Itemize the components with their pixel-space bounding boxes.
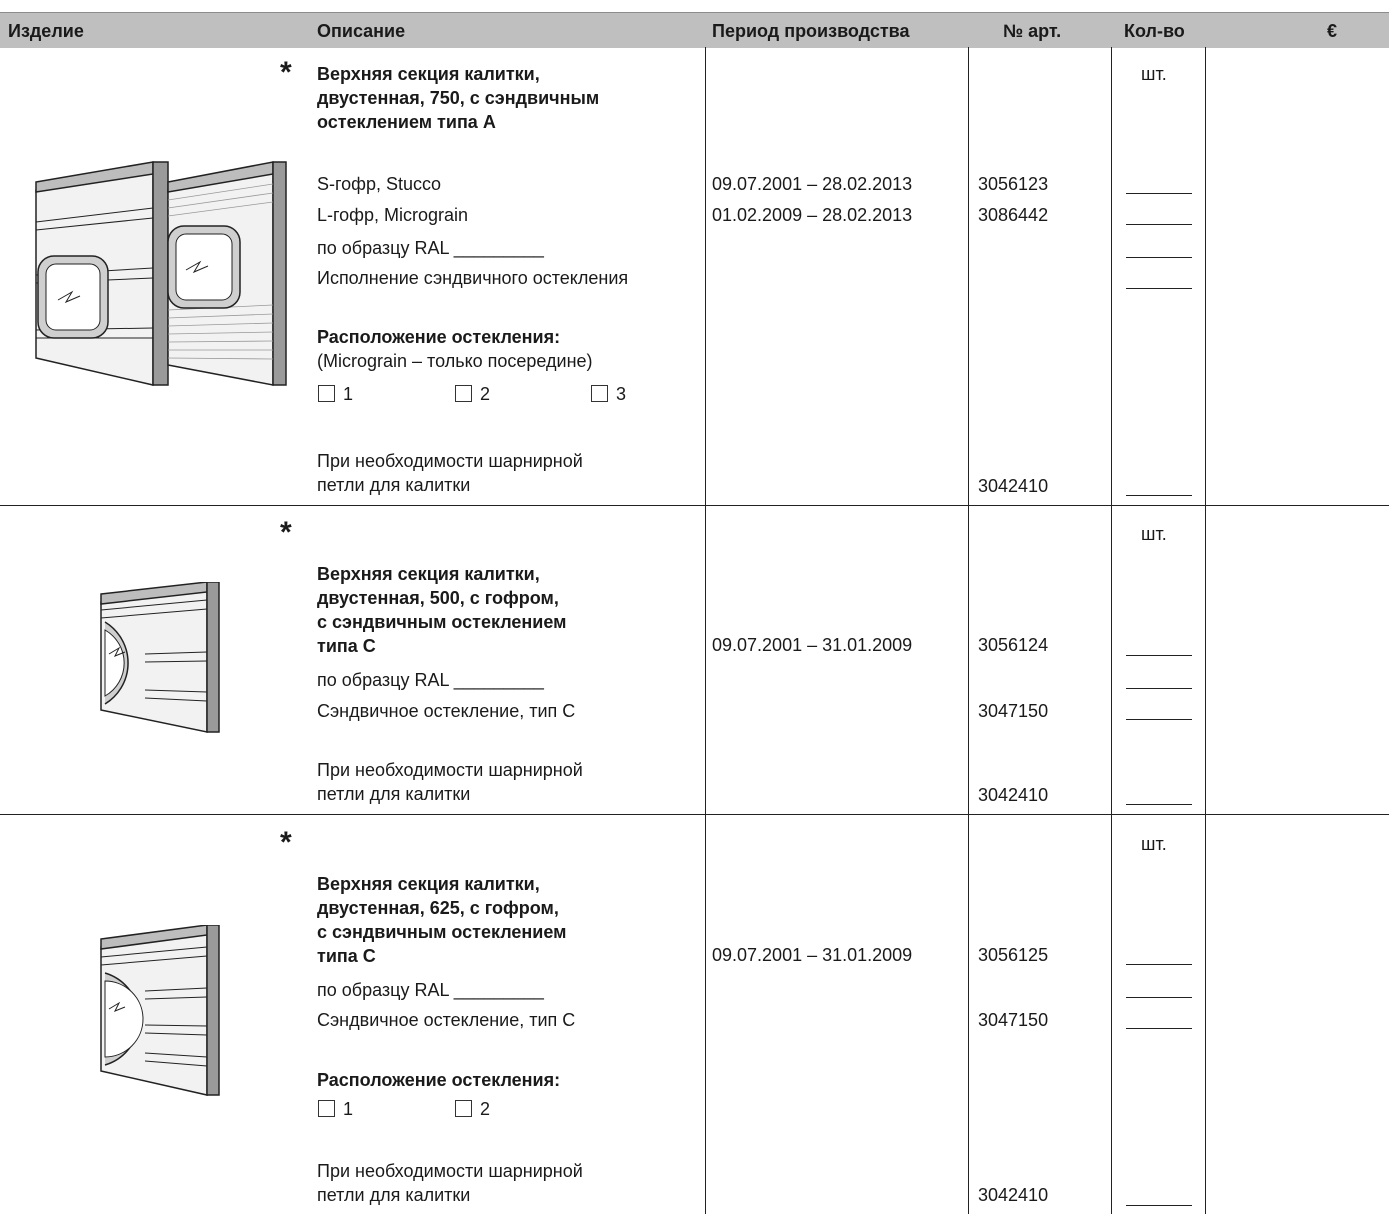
star-marker: *: [280, 516, 292, 549]
qty-field[interactable]: [1126, 804, 1192, 805]
hinge-label: петли для калитки: [317, 784, 471, 804]
item-title-line: типа C: [317, 946, 376, 966]
checkbox[interactable]: [318, 385, 335, 402]
table-header: Изделие Описание Период производства № а…: [0, 12, 1389, 48]
item-title-line: двустенная, 750, с сэндвичным: [317, 88, 600, 108]
article-number: 3042410: [978, 1185, 1049, 1205]
unit-label: шт.: [1141, 64, 1167, 84]
door-section-625-illustration: [100, 925, 220, 1096]
row-separator: [0, 505, 1389, 506]
qty-field[interactable]: [1126, 719, 1192, 720]
door-section-500-illustration: [100, 582, 220, 733]
article-number: 3086442: [978, 205, 1049, 225]
placement-option[interactable]: 1: [318, 1098, 353, 1120]
door-section-750-illustration: [35, 161, 287, 386]
placement-option[interactable]: 2: [455, 1098, 490, 1120]
placement-option[interactable]: 3: [591, 383, 626, 405]
checkbox[interactable]: [455, 1100, 472, 1117]
hinge-label: петли для калитки: [317, 1185, 471, 1205]
grid-line: [705, 47, 706, 1214]
qty-field[interactable]: [1126, 1028, 1192, 1029]
qty-field[interactable]: [1126, 964, 1192, 965]
item-title-line: остеклением типа A: [317, 112, 496, 132]
star-marker: *: [280, 826, 292, 859]
article-number: 3042410: [978, 476, 1049, 496]
glazing-label: Сэндвичное остекление, тип C: [317, 1010, 576, 1030]
placement-option[interactable]: 1: [318, 383, 353, 405]
header-article: № арт.: [1003, 21, 1062, 41]
item-title-line: двустенная, 625, с гофром,: [317, 898, 559, 918]
qty-field[interactable]: [1126, 1205, 1192, 1206]
qty-field[interactable]: [1126, 655, 1192, 656]
production-period: 01.02.2009 – 28.02.2013: [712, 205, 913, 225]
production-period: 09.07.2001 – 31.01.2009: [712, 945, 913, 965]
header-period: Период производства: [712, 21, 910, 41]
qty-field[interactable]: [1126, 257, 1192, 258]
qty-field[interactable]: [1126, 193, 1192, 194]
qty-field[interactable]: [1126, 288, 1192, 289]
header-price: €: [1327, 21, 1338, 41]
item-title-line: Верхняя секция калитки,: [317, 564, 540, 584]
article-number: 3056123: [978, 174, 1049, 194]
unit-label: шт.: [1141, 524, 1167, 544]
item-title-line: Верхняя секция калитки,: [317, 874, 540, 894]
checkbox[interactable]: [455, 385, 472, 402]
header-qty: Кол-во: [1124, 21, 1185, 41]
grid-line: [968, 47, 969, 1214]
glazing-label: Сэндвичное остекление, тип C: [317, 701, 576, 721]
item-title-line: двустенная, 500, с гофром,: [317, 588, 559, 608]
item-title-line: типа C: [317, 636, 376, 656]
article-number: 3042410: [978, 785, 1049, 805]
article-number: 3047150: [978, 1010, 1049, 1030]
article-number: 3056125: [978, 945, 1049, 965]
ral-label: по образцу RAL _________: [317, 670, 544, 690]
hinge-label: петли для калитки: [317, 475, 471, 495]
item-title-line: с сэндвичным остеклением: [317, 922, 567, 942]
article-number: 3056124: [978, 635, 1049, 655]
header-description: Описание: [317, 21, 406, 41]
variant-label: L-гофр, Micrograin: [317, 205, 469, 225]
production-period: 09.07.2001 – 31.01.2009: [712, 635, 913, 655]
placement-option[interactable]: 2: [455, 383, 490, 405]
ral-label: по образцу RAL _________: [317, 980, 544, 1000]
qty-field[interactable]: [1126, 495, 1192, 496]
grid-line: [1205, 47, 1206, 1214]
placement-title: Расположение остекления:: [317, 1070, 561, 1090]
qty-field[interactable]: [1126, 997, 1192, 998]
checkbox[interactable]: [318, 1100, 335, 1117]
ral-label: по образцу RAL _________: [317, 238, 544, 258]
header-product: Изделие: [8, 21, 84, 41]
hinge-label: При необходимости шарнирной: [317, 451, 583, 471]
variant-label: S-гофр, Stucco: [317, 174, 442, 194]
qty-field[interactable]: [1126, 688, 1192, 689]
row-separator: [0, 814, 1389, 815]
checkbox[interactable]: [591, 385, 608, 402]
item-title-line: Верхняя секция калитки,: [317, 64, 540, 84]
glazing-label: Исполнение сэндвичного остекления: [317, 268, 629, 288]
production-period: 09.07.2001 – 28.02.2013: [712, 174, 913, 194]
item-title-line: с сэндвичным остеклением: [317, 612, 567, 632]
article-number: 3047150: [978, 701, 1049, 721]
placement-note: (Micrograin – только посередине): [317, 351, 593, 371]
placement-title: Расположение остекления:: [317, 327, 561, 347]
hinge-label: При необходимости шарнирной: [317, 760, 583, 780]
hinge-label: При необходимости шарнирной: [317, 1161, 583, 1181]
qty-field[interactable]: [1126, 224, 1192, 225]
star-marker: *: [280, 56, 292, 89]
unit-label: шт.: [1141, 834, 1167, 854]
grid-line: [1111, 47, 1112, 1214]
